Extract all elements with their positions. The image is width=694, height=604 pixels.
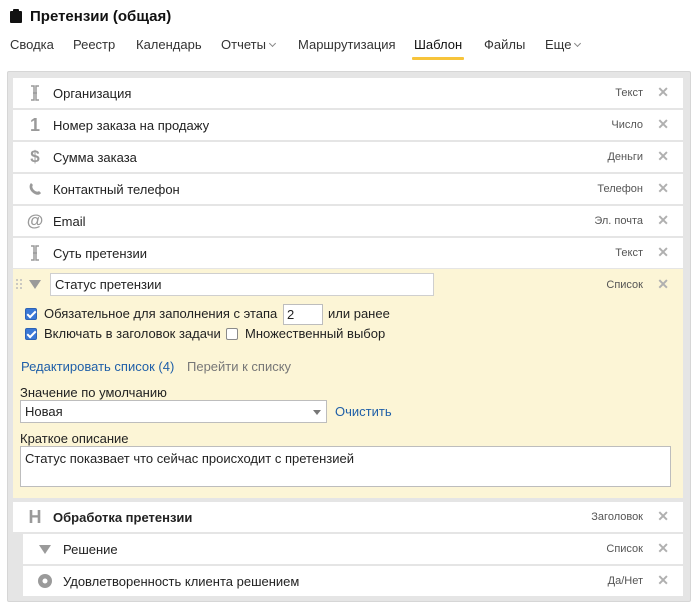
triangle-down-icon [29, 280, 41, 289]
edit-list-link[interactable]: Редактировать список (4) [21, 359, 174, 374]
field-type: Телефон [597, 183, 643, 195]
delete-field-icon[interactable]: ✕ [657, 244, 669, 260]
delete-field-icon[interactable]: ✕ [657, 84, 669, 100]
short-description-textarea[interactable]: Статус показвает что сейчас происходит с… [20, 446, 671, 487]
tab-files[interactable]: Файлы [484, 36, 525, 60]
text-cursor-icon [25, 83, 45, 103]
field-label: Организация [53, 86, 132, 101]
tab-reports[interactable]: Отчеты [221, 36, 276, 60]
delete-field-icon[interactable]: ✕ [657, 508, 669, 524]
delete-field-icon[interactable]: ✕ [657, 180, 669, 196]
chevron-down-icon [574, 39, 582, 48]
required-label: Обязательное для заполнения с этапа [44, 306, 278, 321]
dropdown-arrow-icon [313, 410, 321, 415]
field-type: Да/Нет [607, 575, 643, 587]
include-in-title-label: Включать в заголовок задачи [44, 326, 221, 341]
clear-link[interactable]: Очистить [335, 404, 392, 419]
multiple-choice-label: Множественный выбор [245, 326, 386, 341]
include-in-title-checkbox[interactable] [25, 328, 37, 340]
tab-more[interactable]: Еще [545, 36, 582, 60]
field-row-heading[interactable]: H Обработка претензии Заголовок ✕ [13, 502, 683, 532]
heading-icon: H [28, 506, 42, 527]
field-label: Контактный телефон [53, 182, 180, 197]
field-type: Эл. почта [594, 215, 643, 227]
field-row[interactable]: Контактный телефон Телефон ✕ [13, 174, 683, 204]
field-type: Список [606, 543, 643, 555]
field-type: Текст [615, 87, 643, 99]
delete-field-icon[interactable]: ✕ [657, 572, 669, 588]
at-icon: @ [26, 211, 44, 230]
default-value-selected: Новая [25, 404, 63, 419]
tab-summary[interactable]: Сводка [10, 36, 54, 60]
field-label: Номер заказа на продажу [53, 118, 210, 133]
delete-field-icon[interactable]: ✕ [657, 148, 669, 164]
stage-number-input[interactable] [283, 304, 323, 325]
drag-handle-icon[interactable] [16, 279, 22, 291]
tab-template[interactable]: Шаблон [411, 36, 465, 60]
field-row[interactable]: Удовлетворенность клиента решением Да/Не… [23, 566, 683, 596]
tab-calendar[interactable]: Календарь [136, 36, 202, 60]
page-title: Претензии (общая) [30, 7, 172, 25]
field-editor-expanded: Список ✕ Обязательное для заполнения с э… [13, 269, 683, 498]
header: Претензии (общая) Сводка Реестр Календар… [0, 0, 694, 68]
or-earlier-label: или ранее [328, 306, 390, 321]
field-label: Обработка претензии [53, 510, 193, 525]
field-type: Деньги [607, 151, 643, 163]
clipboard-icon [10, 9, 22, 23]
short-description-label: Краткое описание [20, 431, 129, 446]
field-row[interactable]: Суть претензии Текст ✕ [13, 238, 683, 268]
dollar-icon: $ [30, 147, 40, 166]
delete-field-icon[interactable]: ✕ [657, 116, 669, 132]
radio-dot-icon [35, 571, 55, 591]
delete-field-icon[interactable]: ✕ [657, 540, 669, 556]
tab-routing[interactable]: Маршрутизация [298, 36, 396, 60]
field-row[interactable]: $ Сумма заказа Деньги ✕ [13, 142, 683, 172]
delete-field-icon[interactable]: ✕ [657, 276, 669, 293]
phone-icon [25, 179, 45, 199]
go-to-list-link[interactable]: Перейти к списку [187, 359, 291, 374]
default-value-label: Значение по умолчанию [20, 385, 167, 400]
tab-registry[interactable]: Реестр [73, 36, 115, 60]
required-checkbox[interactable] [25, 308, 37, 320]
text-cursor-icon [25, 243, 45, 263]
field-type: Число [611, 119, 643, 131]
field-type: Текст [615, 247, 643, 259]
default-value-select[interactable]: Новая [20, 400, 327, 423]
field-type: Заголовок [591, 511, 643, 523]
delete-field-icon[interactable]: ✕ [657, 212, 669, 228]
field-label: Решение [63, 542, 118, 557]
field-label: Удовлетворенность клиента решением [63, 574, 300, 589]
field-type: Список [606, 279, 643, 291]
field-row[interactable]: @ Email Эл. почта ✕ [13, 206, 683, 236]
field-row[interactable]: Организация Текст ✕ [13, 78, 683, 108]
field-row[interactable]: 1 Номер заказа на продажу Число ✕ [13, 110, 683, 140]
field-label: Сумма заказа [53, 150, 137, 165]
field-row[interactable]: Решение Список ✕ [23, 534, 683, 564]
page-title-row: Претензии (общая) [10, 6, 171, 26]
field-name-input[interactable] [50, 273, 434, 296]
field-label: Суть претензии [53, 246, 147, 261]
chevron-down-icon [268, 39, 276, 48]
number-icon: 1 [29, 114, 40, 135]
triangle-down-icon [35, 539, 55, 559]
field-label: Email [53, 214, 86, 229]
multiple-choice-checkbox[interactable] [226, 328, 238, 340]
